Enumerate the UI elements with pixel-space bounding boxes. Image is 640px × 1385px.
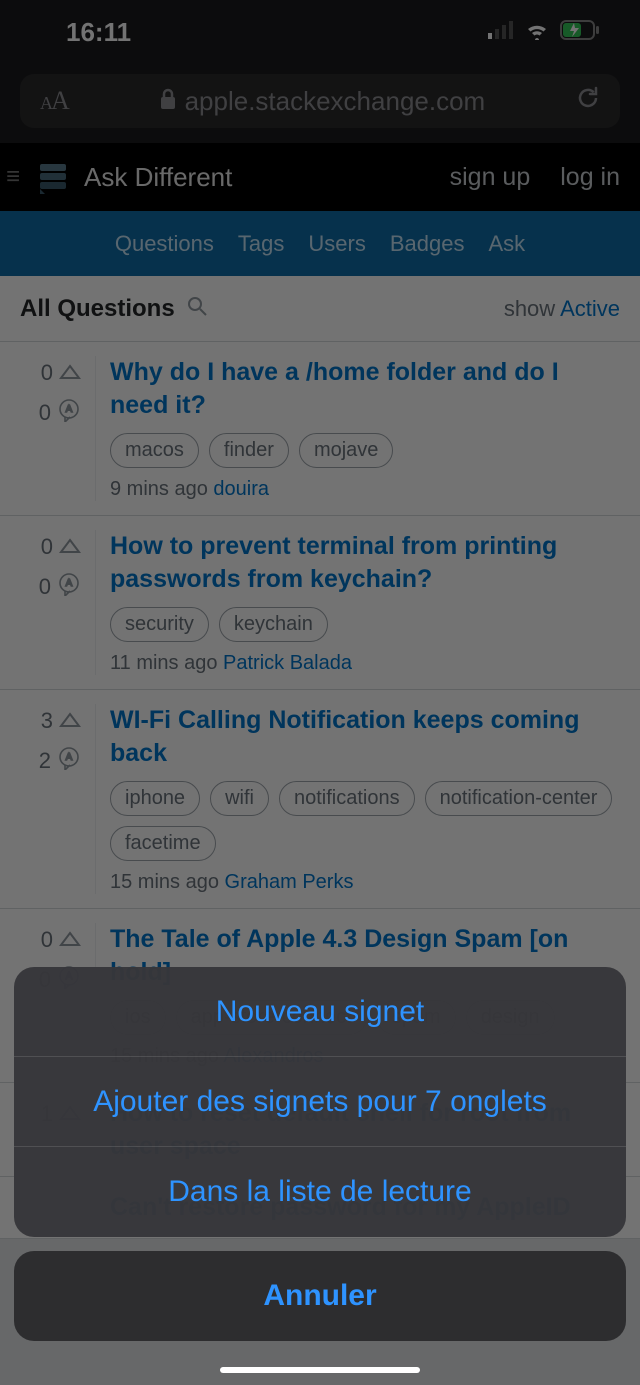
action-cancel[interactable]: Annuler <box>14 1251 626 1341</box>
action-new-bookmark[interactable]: Nouveau signet <box>14 967 626 1057</box>
home-indicator[interactable] <box>220 1367 420 1373</box>
action-sheet: Nouveau signet Ajouter des signets pour … <box>14 967 626 1341</box>
action-bookmark-all-tabs[interactable]: Ajouter des signets pour 7 onglets <box>14 1057 626 1147</box>
action-sheet-group: Nouveau signet Ajouter des signets pour … <box>14 967 626 1237</box>
action-reading-list[interactable]: Dans la liste de lecture <box>14 1147 626 1237</box>
